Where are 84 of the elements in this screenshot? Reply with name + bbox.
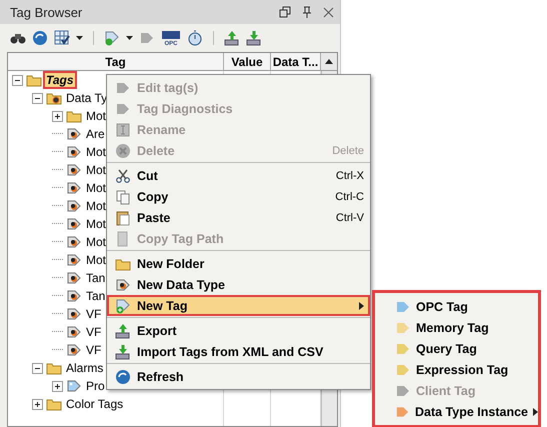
tree-item[interactable]: Tan [85, 271, 106, 285]
menu-item[interactable]: Paste Ctrl-V [107, 207, 370, 228]
restore-icon[interactable] [279, 6, 291, 18]
submenu-item[interactable]: Data Type Instance [375, 401, 538, 422]
tree-item[interactable]: Mot [85, 199, 108, 213]
submenu-item[interactable]: Memory Tag [375, 317, 538, 338]
collapse-icon[interactable] [12, 74, 23, 86]
submenu-arrow-icon [533, 408, 538, 416]
add-tag-icon [104, 30, 120, 46]
tag-icon [66, 216, 82, 232]
stopwatch-icon [187, 30, 203, 46]
collapse-icon[interactable] [32, 92, 43, 104]
shortcut-text: Ctrl-V [336, 212, 364, 224]
menu-item[interactable]: Import Tags from XML and CSV [107, 341, 370, 362]
close-icon[interactable] [323, 6, 334, 18]
caret-icon[interactable] [126, 36, 133, 40]
delete-icon [115, 142, 131, 158]
tree-item[interactable]: Tan [85, 289, 106, 303]
tag-icon [66, 252, 82, 268]
expand-icon[interactable] [52, 380, 63, 392]
column-header[interactable]: Tag [8, 53, 224, 70]
caret-icon[interactable] [76, 36, 83, 40]
export-icon [115, 322, 131, 338]
grid-check-icon [54, 30, 70, 46]
shortcut-text: Ctrl-C [335, 190, 364, 202]
tree-item[interactable]: Mot [85, 253, 108, 267]
menu-item[interactable]: Export [107, 320, 370, 341]
refresh-icon [115, 368, 131, 384]
tree-item[interactable]: Tags [45, 73, 75, 87]
column-header[interactable]: Value [224, 53, 271, 70]
tag-icon [66, 126, 82, 142]
menu-item[interactable]: New Folder [107, 253, 370, 274]
import-icon [246, 30, 262, 46]
menu-item[interactable]: New Tag [107, 295, 370, 316]
tree-item[interactable]: Mot [85, 181, 108, 195]
tag-icon [66, 324, 82, 340]
tag-icon [66, 198, 82, 214]
scissors-icon [115, 168, 131, 184]
copy-icon [115, 188, 131, 204]
tree-item[interactable]: Alarms [65, 361, 104, 375]
tag-icon [66, 270, 82, 286]
tag-icon [66, 144, 82, 160]
tree-item[interactable]: Mot [85, 145, 108, 159]
rename-icon [115, 122, 131, 138]
tag-icon [115, 276, 131, 292]
tree-item[interactable]: Pro [85, 379, 106, 393]
clipboard-icon [115, 210, 131, 226]
tag-icon [66, 162, 82, 178]
tree-item[interactable]: Are [85, 127, 106, 141]
menu-item[interactable]: Refresh [107, 366, 370, 387]
pin-icon[interactable] [301, 6, 313, 18]
tree-item[interactable]: Mot [85, 217, 108, 231]
add-tag-icon [115, 298, 131, 314]
import-icon [115, 344, 131, 360]
submenu-arrow-icon [359, 302, 364, 310]
tag-icon [66, 378, 82, 394]
tag-icon [66, 180, 82, 196]
tree-item[interactable]: VF [85, 325, 102, 339]
collapse-icon[interactable] [32, 362, 43, 374]
expand-icon[interactable] [32, 398, 43, 410]
shortcut-text: Ctrl-X [336, 170, 364, 182]
tree-item[interactable]: Mot [85, 109, 108, 123]
tree-item[interactable]: VF [85, 343, 102, 357]
tag-icon [66, 288, 82, 304]
submenu-item[interactable]: Query Tag [375, 338, 538, 359]
menu-item[interactable]: Cut Ctrl-X [107, 165, 370, 186]
tag-icon [66, 342, 82, 358]
panel-title: Tag Browser [10, 4, 84, 20]
expand-icon[interactable] [52, 110, 63, 122]
refresh-icon [32, 30, 48, 46]
scroll-up-icon[interactable] [325, 59, 333, 64]
tree-item[interactable]: VF [85, 307, 102, 321]
tag-icon [139, 30, 155, 46]
tree-item[interactable]: Mot [85, 163, 108, 177]
menu-item[interactable]: Copy Ctrl-C [107, 186, 370, 207]
shortcut-text: Delete [332, 144, 364, 156]
menu-item[interactable]: New Data Type [107, 274, 370, 295]
tag-icon [66, 306, 82, 322]
tree-item[interactable]: Mot [85, 235, 108, 249]
submenu-item[interactable]: Expression Tag [375, 359, 538, 380]
submenu-item[interactable]: OPC Tag [375, 296, 538, 317]
tag-icon [66, 234, 82, 250]
export-icon [224, 30, 240, 46]
tree-item[interactable]: Color Tags [65, 397, 124, 411]
